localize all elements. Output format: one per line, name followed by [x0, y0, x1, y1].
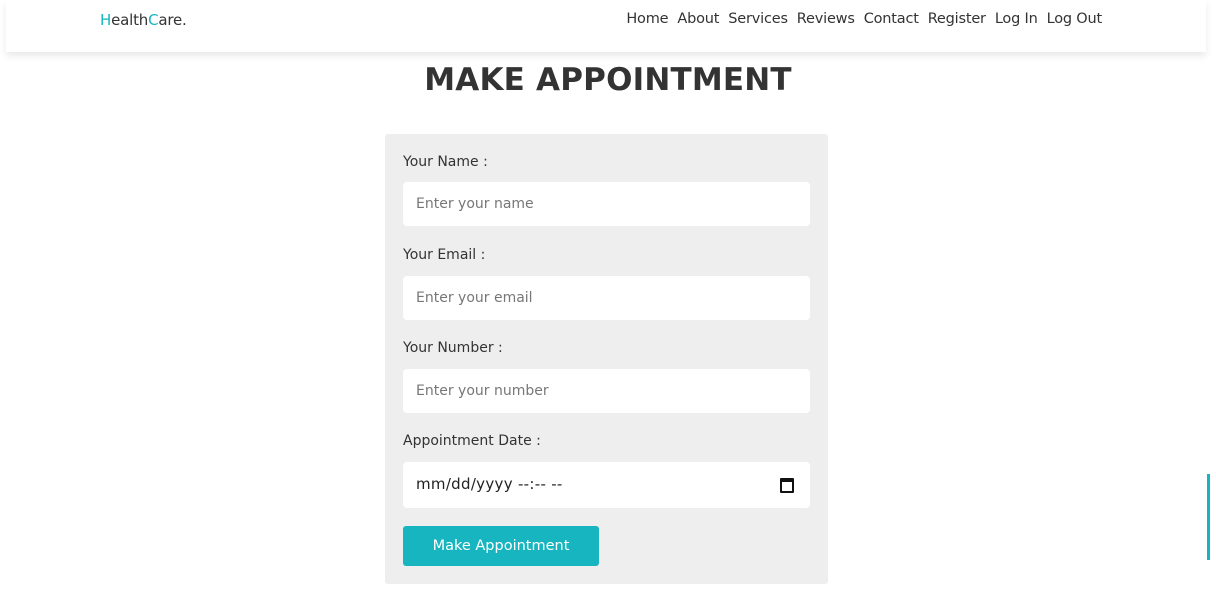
nav-services[interactable]: Services: [728, 11, 788, 27]
nav-register[interactable]: Register: [928, 11, 986, 27]
nav-contact[interactable]: Contact: [864, 11, 919, 27]
site-logo[interactable]: HealthCare.: [100, 11, 187, 29]
date-input-value: mm/dd/yyyy --:-- --: [416, 475, 563, 493]
appointment-form: Your Name : Your Email : Your Number : A…: [385, 134, 828, 584]
number-input[interactable]: [403, 369, 810, 413]
logo-text-ealth: ealth: [111, 11, 149, 29]
logo-initial-h: H: [100, 11, 112, 29]
main-nav: Home About Services Reviews Contact Regi…: [626, 11, 1102, 27]
email-label: Your Email :: [403, 247, 486, 263]
site-header: HealthCare. Home About Services Reviews …: [6, 0, 1206, 52]
appointment-date-input[interactable]: mm/dd/yyyy --:-- --: [403, 462, 810, 508]
nav-home[interactable]: Home: [626, 11, 668, 27]
nav-log-out[interactable]: Log Out: [1047, 11, 1103, 27]
make-appointment-button[interactable]: Make Appointment: [403, 526, 599, 566]
nav-about[interactable]: About: [677, 11, 719, 27]
page-title: MAKE APPOINTMENT: [424, 62, 792, 98]
date-label: Appointment Date :: [403, 433, 541, 449]
nav-reviews[interactable]: Reviews: [797, 11, 855, 27]
side-accent-bar: [1207, 474, 1210, 560]
logo-text-are: are.: [158, 11, 187, 29]
calendar-icon[interactable]: [780, 478, 794, 493]
name-input[interactable]: [403, 182, 810, 226]
number-label: Your Number :: [403, 340, 503, 356]
email-input[interactable]: [403, 276, 810, 320]
nav-log-in[interactable]: Log In: [995, 11, 1038, 27]
logo-initial-c: C: [148, 11, 159, 29]
name-label: Your Name :: [403, 154, 488, 170]
